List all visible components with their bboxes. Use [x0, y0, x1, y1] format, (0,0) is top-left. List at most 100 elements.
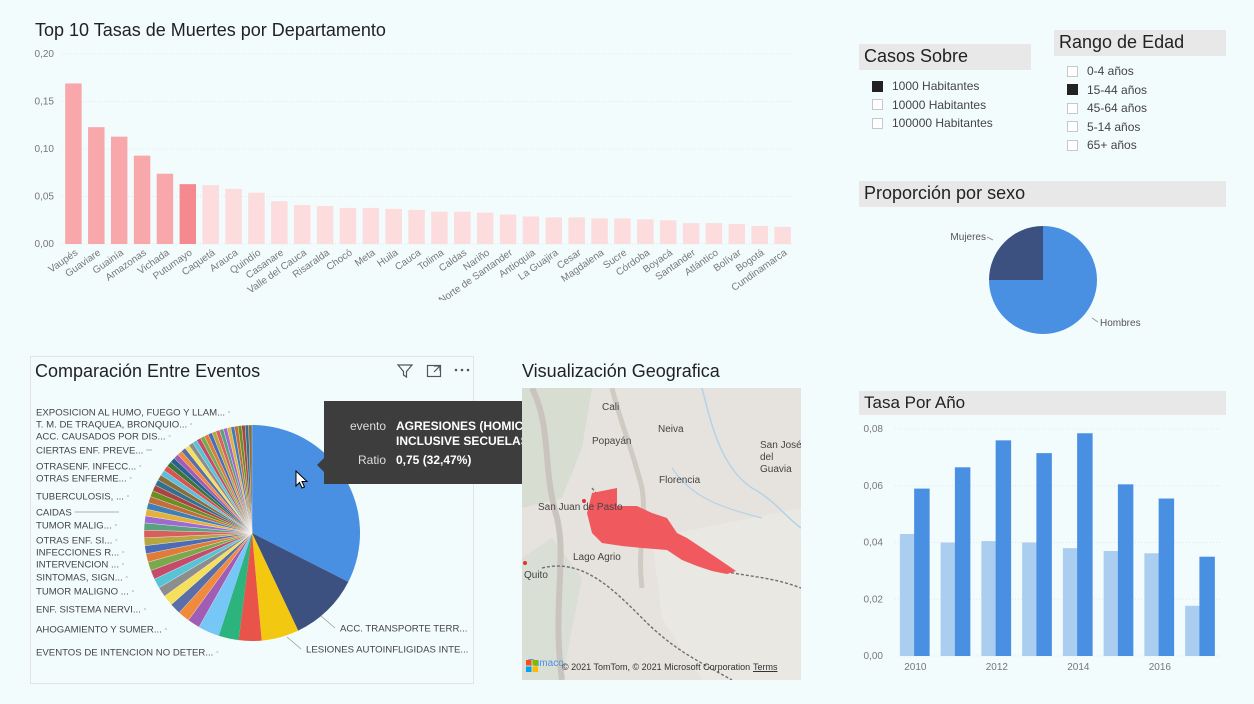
- rango-option[interactable]: 45-64 años: [1067, 99, 1147, 118]
- rango-checkbox[interactable]: [1067, 121, 1078, 133]
- geo-title: Visualización Geografica: [522, 361, 720, 381]
- map-terms-link[interactable]: Terms: [753, 662, 778, 672]
- top10-bar[interactable]: [522, 216, 540, 244]
- top10-bar-chart[interactable]: 0,000,050,100,150,20VaupésGuaviareGuainí…: [20, 44, 810, 300]
- tasa-ytick: 0,06: [864, 481, 884, 492]
- tasa-bar[interactable]: [981, 541, 997, 656]
- eventos-slice-label: TUMOR MALIGNO ...: [36, 587, 129, 598]
- top10-bar[interactable]: [339, 207, 357, 244]
- top10-bar[interactable]: [728, 224, 746, 244]
- top10-bar[interactable]: [156, 173, 174, 244]
- top10-bar[interactable]: [637, 219, 654, 244]
- rango-option[interactable]: 0-4 años: [1067, 62, 1147, 81]
- casos-option[interactable]: 100000 Habitantes: [872, 114, 993, 133]
- top10-bar[interactable]: [65, 83, 82, 244]
- geo-map[interactable]: Neiva San José del Guavia Florencia Popa…: [522, 388, 801, 680]
- casos-checkbox[interactable]: [872, 80, 883, 92]
- top10-bar[interactable]: [705, 223, 723, 244]
- top10-bar[interactable]: [591, 218, 608, 244]
- tasa-bar[interactable]: [1144, 553, 1160, 656]
- eventos-slice-label: TUBERCULOSIS, ...: [36, 492, 124, 503]
- rango-option[interactable]: 5-14 años: [1067, 118, 1147, 137]
- tasa-bar[interactable]: [995, 440, 1012, 656]
- top10-bar[interactable]: [316, 206, 334, 244]
- top10-bar[interactable]: [682, 223, 700, 244]
- eventos-slice-label: AHOGAMIENTO Y SUMER...: [36, 625, 162, 636]
- casos-checkbox[interactable]: [872, 99, 883, 111]
- sexo-title: Proporción por sexo: [859, 181, 1226, 207]
- top10-bar[interactable]: [271, 201, 288, 244]
- top10-bar[interactable]: [499, 214, 517, 244]
- top10-bar[interactable]: [431, 211, 448, 244]
- tasa-bar[interactable]: [1199, 556, 1215, 656]
- top10-bar[interactable]: [408, 209, 425, 244]
- map-label-lago-agrio: Lago Agrio: [573, 552, 621, 563]
- top10-bar[interactable]: [362, 207, 380, 244]
- sexo-leader-line: [986, 236, 994, 241]
- eventos-slice-label: CIERTAS ENF. PREVE...: [36, 446, 143, 457]
- eventos-slice-label: ACC. CAUSADOS POR DIS...: [36, 432, 166, 443]
- tasa-bar[interactable]: [1158, 498, 1175, 656]
- top10-bar[interactable]: [293, 205, 311, 244]
- tasa-bar[interactable]: [1062, 548, 1079, 656]
- top10-bar[interactable]: [614, 218, 631, 244]
- tasa-bar[interactable]: [1117, 484, 1134, 656]
- rango-option-label: 5-14 años: [1087, 119, 1141, 134]
- rango-option[interactable]: 15-44 años: [1067, 81, 1147, 100]
- more-options-icon[interactable]: [452, 362, 472, 380]
- top10-bar[interactable]: [110, 136, 128, 244]
- top10-ytick: 0,20: [35, 49, 55, 60]
- focus-mode-icon[interactable]: [425, 362, 443, 380]
- tasa-bar[interactable]: [954, 467, 971, 656]
- casos-title: Casos Sobre: [859, 44, 1031, 70]
- top10-bar[interactable]: [454, 211, 471, 244]
- casos-slicer: 1000 Habitantes 10000 Habitantes 100000 Ha…: [872, 77, 993, 133]
- rango-checkbox[interactable]: [1067, 65, 1078, 77]
- sexo-pie-chart[interactable]: Hombres Mujeres: [930, 215, 1150, 345]
- top10-bar[interactable]: [774, 226, 791, 244]
- tasa-bar[interactable]: [1077, 433, 1093, 656]
- filter-icon[interactable]: [396, 362, 414, 380]
- sexo-leader-line: [1091, 317, 1099, 323]
- casos-option[interactable]: 10000 Habitantes: [872, 96, 993, 115]
- rango-checkbox[interactable]: [1067, 102, 1078, 114]
- eventos-slice-label: EVENTOS DE INTENCION NO DETER...: [36, 648, 213, 659]
- eventos-slice-label: OTRAS ENFERME...: [36, 474, 127, 485]
- tasa-bar[interactable]: [1036, 453, 1052, 656]
- top10-bar[interactable]: [179, 184, 197, 244]
- casos-checkbox[interactable]: [872, 117, 883, 129]
- top10-ytick: 0,10: [35, 144, 55, 155]
- tasa-bar[interactable]: [1022, 542, 1038, 657]
- tooltip-key-evento: evento: [349, 419, 386, 433]
- tasa-bar[interactable]: [1185, 605, 1201, 656]
- top10-bar[interactable]: [225, 188, 242, 244]
- rango-checkbox[interactable]: [1067, 84, 1078, 96]
- top10-bar[interactable]: [88, 127, 105, 244]
- tasa-bar[interactable]: [914, 488, 930, 656]
- eventos-slice-label: INFECCIONES R...: [36, 548, 119, 559]
- top10-bar[interactable]: [751, 225, 768, 244]
- map-label-popayan: Popayán: [592, 436, 632, 447]
- map-attribution: © 2021 TomTom, © 2021 Microsoft Corporat…: [562, 662, 751, 672]
- top10-bar[interactable]: [133, 155, 151, 244]
- tasa-bar[interactable]: [899, 533, 916, 656]
- top10-bar[interactable]: [545, 217, 563, 244]
- top10-bar[interactable]: [476, 212, 494, 244]
- tasa-bar-chart[interactable]: 0,00 0,02 0,04 0,06 0,08 2010 2012 2014 2016: [855, 418, 1230, 680]
- rango-checkbox[interactable]: [1067, 139, 1078, 151]
- tasa-ytick: 0,08: [864, 424, 884, 435]
- tasa-bar[interactable]: [1103, 551, 1120, 656]
- top10-bar[interactable]: [568, 217, 585, 244]
- casos-option[interactable]: 1000 Habitantes: [872, 77, 993, 96]
- top10-bar[interactable]: [385, 208, 402, 244]
- top10-bar[interactable]: [202, 185, 219, 244]
- rango-option[interactable]: 65+ años: [1067, 136, 1147, 155]
- eventos-slice-label: LESIONES AUTOINFLIGIDAS INTE...: [306, 645, 468, 656]
- top10-bar[interactable]: [659, 220, 677, 244]
- map-label-neiva: Neiva: [658, 424, 684, 435]
- rango-option-label: 15-44 años: [1087, 82, 1148, 97]
- eventos-slice-label: SINTOMAS, SIGN...: [36, 573, 123, 584]
- tasa-bar[interactable]: [940, 542, 957, 657]
- top10-bar[interactable]: [248, 192, 265, 244]
- sexo-slice[interactable]: [989, 226, 1043, 280]
